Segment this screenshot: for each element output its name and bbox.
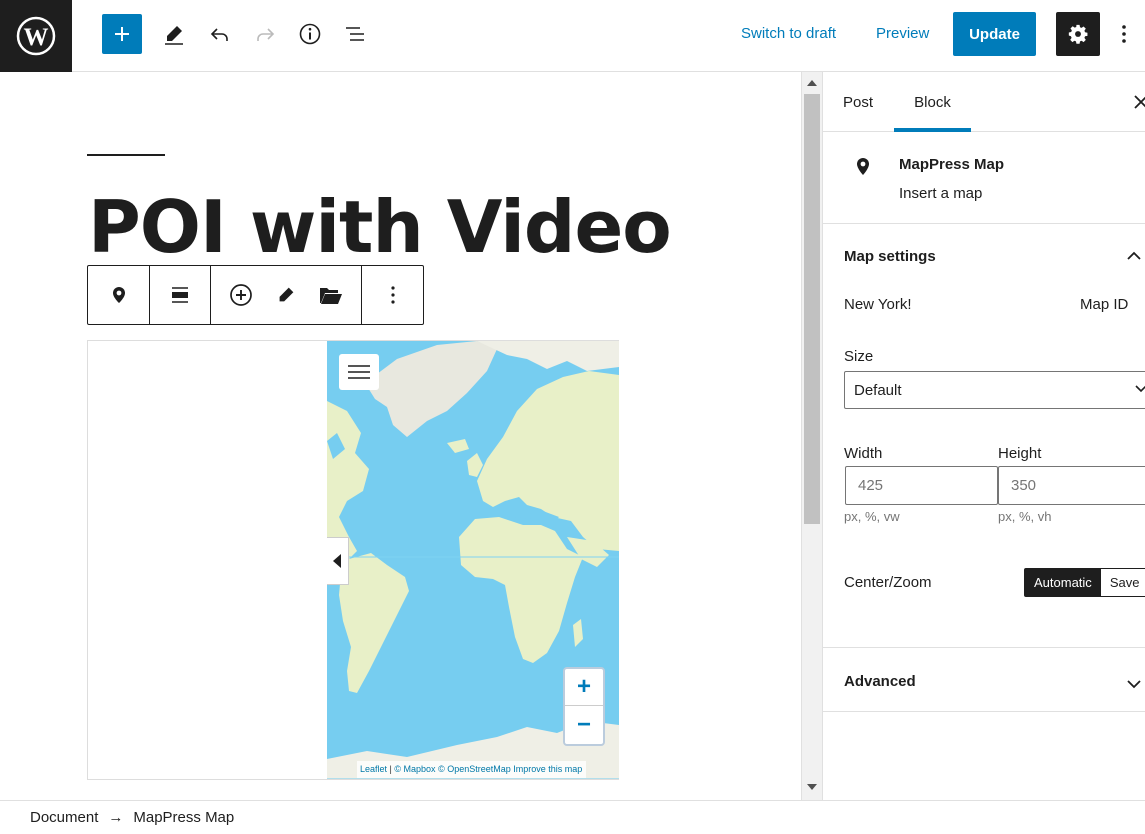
switch-to-draft-button[interactable]: Switch to draft xyxy=(741,25,836,42)
update-button[interactable]: Update xyxy=(953,12,1036,56)
breadcrumb-mappress-map[interactable]: MapPress Map xyxy=(133,809,234,826)
improve-map-link[interactable]: Improve this map xyxy=(513,764,582,774)
size-select-value: Default xyxy=(854,382,902,399)
map-list-toggle-button[interactable] xyxy=(339,354,379,390)
map-attribution: Leaflet | © Mapbox © OpenStreetMap Impro… xyxy=(357,761,587,778)
plus-icon xyxy=(115,27,129,41)
sidebar-collapse-button[interactable] xyxy=(327,537,349,585)
redo-icon xyxy=(257,28,275,41)
folder-open-icon xyxy=(320,288,342,304)
canvas-scrollbar[interactable] xyxy=(801,72,822,800)
breadcrumb-document[interactable]: Document xyxy=(30,809,98,826)
list-view-button[interactable] xyxy=(335,14,375,54)
preview-button[interactable]: Preview xyxy=(876,25,929,42)
post-title[interactable]: POI with Video xyxy=(88,179,672,275)
center-zoom-save-button[interactable]: Save xyxy=(1101,569,1145,596)
map-pin-icon xyxy=(112,287,125,303)
width-label: Width xyxy=(844,445,883,462)
map-id-label: Map ID xyxy=(1080,296,1129,313)
chevron-down-icon xyxy=(1135,385,1145,393)
open-map-library-button[interactable] xyxy=(309,266,353,324)
center-zoom-label: Center/Zoom xyxy=(844,574,932,591)
sidebar-tabs: Post Block xyxy=(823,72,1145,132)
options-menu-button[interactable] xyxy=(1110,16,1138,52)
size-select[interactable]: Default xyxy=(844,371,1145,409)
edit-map-button[interactable] xyxy=(264,266,308,324)
title-separator xyxy=(87,154,165,156)
gear-icon xyxy=(1068,24,1088,44)
height-units-hint: px, %, vh xyxy=(998,509,1052,524)
align-wide-icon xyxy=(172,287,188,303)
undo-button[interactable] xyxy=(200,14,240,54)
map-viewport[interactable]: + − Leaflet | © Mapbox © OpenStreetMap I… xyxy=(327,341,619,779)
zoom-control: + − xyxy=(563,667,605,746)
undo-icon xyxy=(210,28,228,41)
tab-post[interactable]: Post xyxy=(830,72,886,132)
block-type-button[interactable] xyxy=(88,266,149,324)
scrollbar-thumb[interactable] xyxy=(804,94,820,524)
map-pin-icon xyxy=(857,158,869,175)
size-label: Size xyxy=(844,348,874,365)
settings-sidebar: Post Block MapPress Map Insert a map Map… xyxy=(822,72,1145,800)
chevron-up-icon[interactable] xyxy=(1127,248,1141,266)
openstreetmap-link[interactable]: © OpenStreetMap xyxy=(438,764,511,774)
menu-icon xyxy=(348,365,370,379)
wordpress-logo-button[interactable]: W xyxy=(0,0,72,72)
close-icon xyxy=(1134,95,1145,109)
svg-text:W: W xyxy=(24,24,49,51)
block-card-title: MapPress Map xyxy=(899,156,1005,173)
panel-divider xyxy=(823,647,1145,648)
settings-button[interactable] xyxy=(1056,12,1100,56)
add-block-button[interactable] xyxy=(102,14,142,54)
editor-header: W Switch to draft Preview Update xyxy=(0,0,1145,72)
caret-left-icon xyxy=(332,554,341,568)
advanced-panel-toggle[interactable]: Advanced xyxy=(844,673,916,690)
block-breadcrumb: Document → MapPress Map xyxy=(0,800,1145,834)
redo-button[interactable] xyxy=(245,14,285,54)
leaflet-link[interactable]: Leaflet xyxy=(360,764,387,774)
height-label: Height xyxy=(998,445,1042,462)
width-input[interactable]: 425 xyxy=(845,466,998,505)
info-icon xyxy=(299,23,321,45)
width-units-hint: px, %, vw xyxy=(844,509,900,524)
center-zoom-toggle: Automatic Save xyxy=(1024,568,1145,597)
center-zoom-automatic-button[interactable]: Automatic xyxy=(1025,569,1101,596)
align-button[interactable] xyxy=(150,266,210,324)
pencil-icon xyxy=(165,26,183,45)
zoom-in-button[interactable]: + xyxy=(565,669,603,706)
map-name: New York! xyxy=(844,296,912,313)
more-vertical-icon xyxy=(1122,25,1126,43)
more-vertical-icon xyxy=(390,286,395,304)
scroll-down-arrow[interactable] xyxy=(807,784,817,790)
editor-canvas: POI with Video + − Leaflet | © Mapbox © … xyxy=(0,72,801,800)
tab-block[interactable]: Block xyxy=(894,72,971,132)
list-view-icon xyxy=(346,27,364,41)
block-card: MapPress Map Insert a map xyxy=(823,132,1145,224)
wordpress-icon: W xyxy=(16,16,56,56)
scroll-up-arrow[interactable] xyxy=(807,80,817,86)
tools-edit-button[interactable] xyxy=(154,14,194,54)
breadcrumb-separator: → xyxy=(108,809,124,826)
add-poi-button[interactable] xyxy=(219,266,263,324)
chevron-down-icon[interactable] xyxy=(1127,676,1141,694)
block-options-button[interactable] xyxy=(362,266,423,324)
mappress-map-block[interactable]: + − Leaflet | © Mapbox © OpenStreetMap I… xyxy=(87,340,619,780)
block-toolbar xyxy=(87,265,424,325)
map-settings-panel-toggle[interactable]: Map settings xyxy=(844,248,936,265)
height-input[interactable]: 350 xyxy=(998,466,1145,505)
zoom-out-button[interactable]: − xyxy=(565,706,603,743)
block-card-description: Insert a map xyxy=(899,185,983,202)
details-button[interactable] xyxy=(290,14,330,54)
pencil-icon xyxy=(279,287,294,302)
close-sidebar-button[interactable] xyxy=(1129,90,1145,114)
mapbox-link[interactable]: © Mapbox xyxy=(394,764,435,774)
add-circle-icon xyxy=(230,284,252,306)
panel-divider xyxy=(823,711,1145,712)
